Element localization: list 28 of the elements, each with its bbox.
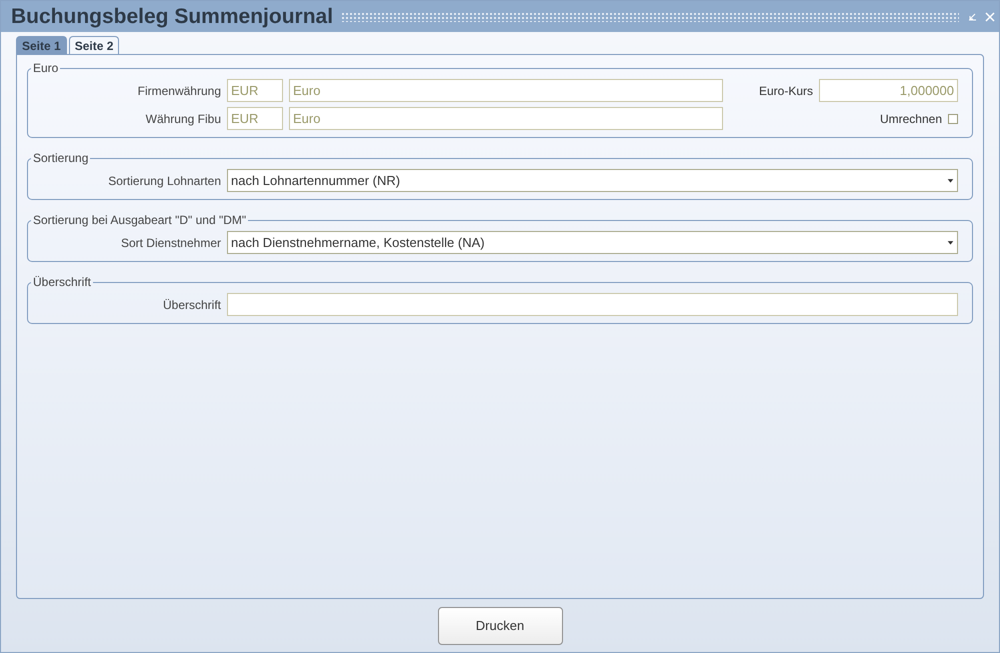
currency-name-field[interactable]: Euro	[289, 107, 723, 130]
close-icon[interactable]	[985, 12, 995, 22]
field-label: Sortierung Lohnarten	[107, 174, 221, 188]
tab[interactable]: Seite 1	[16, 36, 67, 54]
group-legend: Überschrift	[31, 275, 94, 289]
print-button[interactable]: Drucken	[438, 606, 562, 644]
currency-code-field[interactable]: EUR	[227, 79, 283, 102]
field-label: Euro-Kurs	[758, 84, 813, 98]
dropdown[interactable]: nach Dienstnehmername, Kostenstelle (NA)	[227, 231, 958, 254]
field-label: Firmenwährung	[136, 84, 221, 98]
caret-icon	[947, 177, 954, 184]
tab[interactable]: Seite 2	[68, 36, 120, 54]
caret-icon	[947, 239, 954, 246]
input-field[interactable]	[227, 293, 958, 316]
field-label: Überschrift	[162, 298, 221, 312]
checkbox[interactable]	[948, 114, 958, 124]
checkbox-label: Umrechnen	[880, 112, 942, 126]
exchange-rate-field[interactable]: 1,000000	[819, 79, 958, 102]
currency-name-field[interactable]: Euro	[289, 79, 723, 102]
group-legend: Euro	[31, 61, 60, 75]
dropdown[interactable]: nach Lohnartennummer (NR)	[227, 169, 958, 192]
minimize-icon[interactable]	[967, 12, 977, 22]
group-legend: Sortierung bei Ausgabeart "D" und "DM"	[31, 213, 248, 227]
window-title: Buchungsbeleg Summenjournal	[11, 4, 334, 28]
group-legend: Sortierung	[31, 151, 90, 165]
currency-code-field[interactable]: EUR	[227, 107, 283, 130]
field-label: Sort Dienstnehmer	[120, 236, 221, 250]
field-label: Währung Fibu	[144, 112, 221, 126]
